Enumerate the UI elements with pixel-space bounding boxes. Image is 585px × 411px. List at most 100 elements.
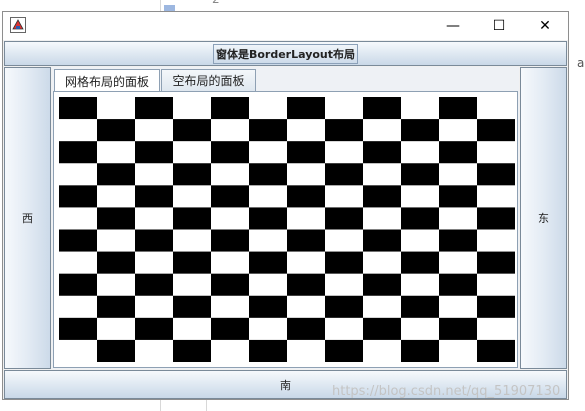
grid-cell bbox=[363, 163, 402, 186]
grid-cell bbox=[249, 163, 288, 186]
grid-cell bbox=[477, 339, 515, 362]
grid-cell bbox=[325, 229, 364, 252]
grid-cell bbox=[249, 119, 288, 142]
grid-cell bbox=[173, 119, 212, 142]
west-button-label: 西 bbox=[22, 212, 33, 225]
grid-cell bbox=[439, 339, 478, 362]
grid-cell bbox=[363, 317, 402, 341]
grid-cell bbox=[97, 295, 136, 319]
grid-cell bbox=[135, 339, 174, 362]
close-button[interactable]: ✕ bbox=[522, 12, 568, 40]
grid-cell bbox=[173, 273, 212, 297]
grid-cell bbox=[249, 339, 288, 362]
grid-layout-panel bbox=[53, 91, 518, 368]
grid-cell bbox=[211, 141, 250, 164]
grid-cell bbox=[477, 273, 515, 297]
grid-cell bbox=[135, 229, 174, 252]
grid-cell bbox=[325, 97, 364, 120]
grid-cell bbox=[477, 251, 515, 274]
north-button-label: 窗体是BorderLayout布局 bbox=[212, 43, 359, 64]
grid-cell bbox=[59, 295, 98, 319]
grid-cell bbox=[59, 207, 98, 230]
grid-cell bbox=[135, 163, 174, 186]
grid-cell bbox=[97, 229, 136, 252]
grid-cell bbox=[325, 185, 364, 208]
grid-cell bbox=[401, 163, 440, 186]
grid-cell bbox=[173, 339, 212, 362]
grid-cell bbox=[135, 273, 174, 297]
south-button-label: 南 bbox=[280, 378, 291, 392]
grid-cell bbox=[211, 207, 250, 230]
grid-cell bbox=[249, 295, 288, 319]
grid-cell bbox=[401, 229, 440, 252]
grid-cell bbox=[211, 119, 250, 142]
grid-cell bbox=[287, 97, 326, 120]
grid-cell bbox=[439, 141, 478, 164]
west-button[interactable]: 西 bbox=[4, 67, 51, 369]
grid-cell bbox=[249, 251, 288, 274]
grid-cell bbox=[135, 251, 174, 274]
grid-cell bbox=[211, 339, 250, 362]
grid-cell bbox=[173, 229, 212, 252]
grid-cell bbox=[287, 229, 326, 252]
grid-cell bbox=[249, 273, 288, 297]
grid-cell bbox=[401, 119, 440, 142]
grid-cell bbox=[135, 185, 174, 208]
grid-cell bbox=[173, 295, 212, 319]
minimize-button[interactable]: — bbox=[430, 12, 476, 40]
grid-cell bbox=[211, 295, 250, 319]
east-button-label: 东 bbox=[538, 212, 549, 225]
east-button[interactable]: 东 bbox=[520, 67, 567, 369]
grid-cell bbox=[477, 97, 515, 120]
grid-cell bbox=[59, 119, 98, 142]
tab-label: 网格布局的面板 bbox=[64, 74, 149, 89]
grid-cell bbox=[439, 273, 478, 297]
tab-grid-layout-panel[interactable]: 网格布局的面板 bbox=[54, 69, 160, 92]
grid-cell bbox=[401, 185, 440, 208]
grid-cell bbox=[287, 163, 326, 186]
grid-cell bbox=[173, 97, 212, 120]
close-icon: ✕ bbox=[539, 18, 551, 34]
grid-cell bbox=[477, 229, 515, 252]
grid-cell bbox=[363, 119, 402, 142]
grid-cell bbox=[211, 163, 250, 186]
grid-cell bbox=[439, 229, 478, 252]
tab-null-layout-panel[interactable]: 空布局的面板 bbox=[161, 69, 256, 91]
grid-cell bbox=[135, 141, 174, 164]
tab-label: 空布局的面板 bbox=[172, 74, 245, 88]
grid-cell bbox=[287, 251, 326, 274]
grid-cell bbox=[97, 273, 136, 297]
grid-cell bbox=[97, 251, 136, 274]
grid-cell bbox=[401, 141, 440, 164]
checkerboard bbox=[59, 97, 515, 362]
java-app-icon bbox=[10, 17, 26, 33]
grid-cell bbox=[97, 317, 136, 341]
grid-cell bbox=[287, 207, 326, 230]
grid-cell bbox=[477, 163, 515, 186]
grid-cell bbox=[439, 317, 478, 341]
grid-cell bbox=[401, 339, 440, 362]
maximize-button[interactable]: ☐ bbox=[476, 12, 522, 40]
title-bar[interactable]: — ☐ ✕ bbox=[3, 12, 568, 40]
grid-cell bbox=[211, 185, 250, 208]
grid-cell bbox=[97, 97, 136, 120]
grid-cell bbox=[439, 185, 478, 208]
grid-cell bbox=[135, 97, 174, 120]
grid-cell bbox=[287, 141, 326, 164]
grid-cell bbox=[401, 317, 440, 341]
tabbed-pane: 网格布局的面板 空布局的面板 bbox=[52, 67, 519, 369]
grid-cell bbox=[439, 97, 478, 120]
grid-cell bbox=[249, 317, 288, 341]
grid-cell bbox=[439, 251, 478, 274]
grid-cell bbox=[477, 317, 515, 341]
grid-cell bbox=[59, 229, 98, 252]
grid-cell bbox=[97, 163, 136, 186]
grid-cell bbox=[401, 207, 440, 230]
grid-cell bbox=[439, 295, 478, 319]
grid-cell bbox=[477, 141, 515, 164]
grid-cell bbox=[135, 207, 174, 230]
background-text-right: a bbox=[577, 56, 585, 70]
north-button[interactable]: 窗体是BorderLayout布局 bbox=[4, 41, 567, 66]
grid-cell bbox=[325, 141, 364, 164]
grid-cell bbox=[59, 141, 98, 164]
